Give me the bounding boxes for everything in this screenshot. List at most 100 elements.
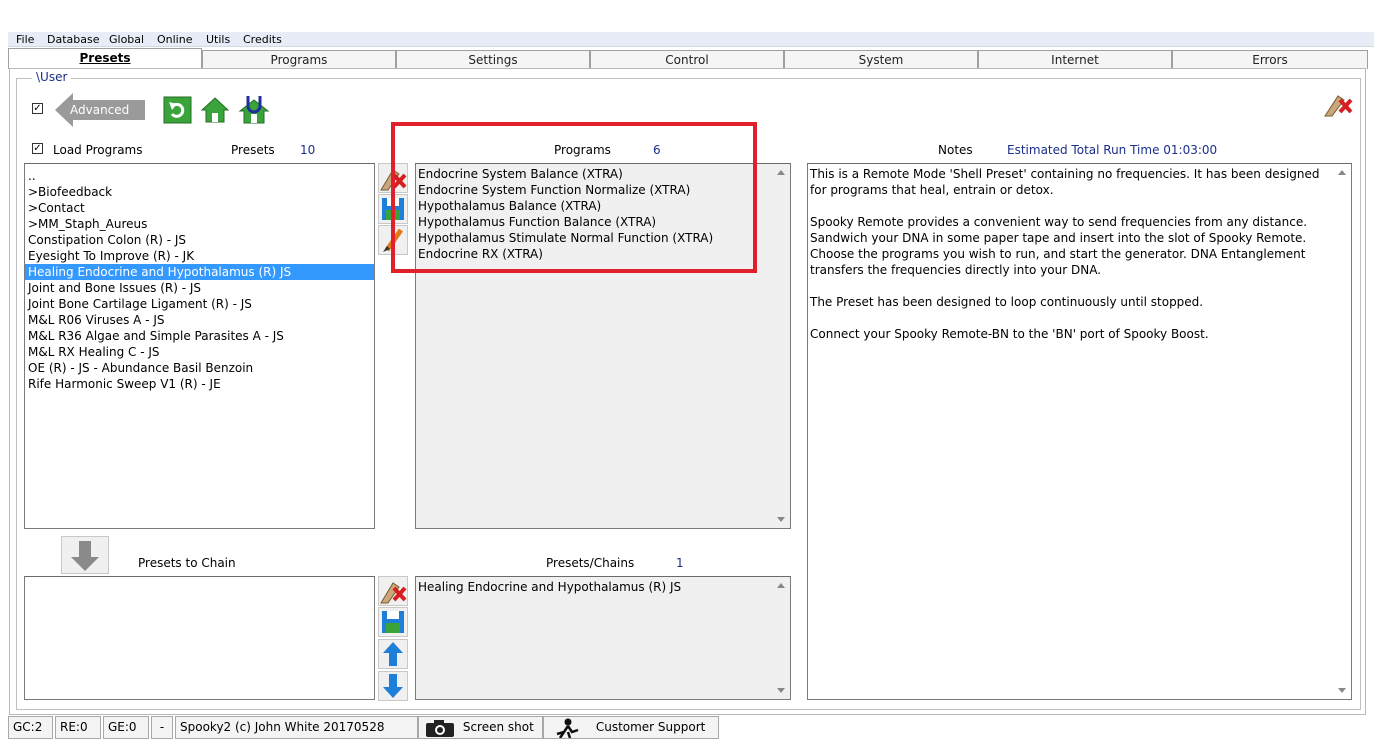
list-item[interactable]: >MM_Staph_Aureus <box>25 216 374 232</box>
notes-panel[interactable]: This is a Remote Mode 'Shell Preset' con… <box>807 163 1352 700</box>
presets-to-chain-list[interactable] <box>24 576 375 700</box>
list-item[interactable]: Hypothalamus Balance (XTRA) <box>416 198 790 214</box>
brush-edit-icon <box>383 228 404 252</box>
status-ge: GE:0 <box>103 716 149 739</box>
presets-count: 10 <box>300 143 316 157</box>
scroll-up-icon[interactable] <box>777 583 785 588</box>
tab-programs[interactable]: Programs <box>202 50 396 69</box>
screen-shot-label: Screen shot <box>462 720 534 734</box>
notes-paragraph: Spooky Remote provides a convenient way … <box>810 215 1308 277</box>
estimated-run-time: Estimated Total Run Time 01:03:00 <box>1007 143 1218 157</box>
save-icon <box>382 198 404 220</box>
camera-icon <box>426 719 454 737</box>
list-item[interactable]: Joint and Bone Issues (R) - JS <box>25 280 374 296</box>
home-icon <box>200 97 230 123</box>
list-item[interactable]: Hypothalamus Stimulate Normal Function (… <box>416 230 790 246</box>
chains-scrollbar[interactable] <box>774 577 790 699</box>
status-gc: GC:2 <box>8 716 53 739</box>
list-item[interactable]: OE (R) - JS - Abundance Basil Benzoin <box>25 360 374 376</box>
tab-bar: Presets Programs Settings Control System… <box>8 48 1374 69</box>
list-item[interactable]: Eyesight To Improve (R) - JK <box>25 248 374 264</box>
list-item[interactable]: M&L RX Healing C - JS <box>25 344 374 360</box>
programs-label: Programs <box>554 143 611 157</box>
delete-preset-button[interactable] <box>1322 90 1354 118</box>
tab-settings[interactable]: Settings <box>396 50 590 69</box>
list-item[interactable]: >Biofeedback <box>25 184 374 200</box>
list-item-selected[interactable]: Healing Endocrine and Hypothalamus (R) J… <box>25 264 374 280</box>
tab-errors[interactable]: Errors <box>1172 50 1368 69</box>
list-item[interactable]: Endocrine RX (XTRA) <box>416 246 790 262</box>
refresh-button[interactable] <box>163 96 192 124</box>
save-programs-button[interactable] <box>378 194 408 224</box>
move-down-button[interactable] <box>378 671 408 701</box>
down-arrow-icon <box>71 541 99 571</box>
presets-label: Presets <box>231 143 275 157</box>
presets-chains-list[interactable]: Healing Endocrine and Hypothalamus (R) J… <box>415 576 791 700</box>
programs-scrollbar[interactable] <box>774 164 790 528</box>
presets-to-chain-label: Presets to Chain <box>138 556 236 570</box>
menu-utils[interactable]: Utils <box>206 32 230 47</box>
save-icon <box>382 611 404 633</box>
notes-scrollbar[interactable] <box>1335 164 1351 699</box>
load-programs-label: Load Programs <box>53 143 143 157</box>
list-item[interactable]: Healing Endocrine and Hypothalamus (R) J… <box>416 579 790 595</box>
menu-bar: File Database Global Online Utils Credit… <box>8 32 1374 47</box>
eraser-delete-icon <box>1324 95 1353 117</box>
clear-programs-button[interactable] <box>378 163 408 193</box>
home-button[interactable] <box>200 96 230 124</box>
advanced-checkbox[interactable]: ✓ <box>32 103 43 114</box>
list-item[interactable]: Rife Harmonic Sweep V1 (R) - JE <box>25 376 374 392</box>
load-programs-checkbox[interactable]: ✓ <box>32 143 43 154</box>
list-item[interactable]: Endocrine System Balance (XTRA) <box>416 166 790 182</box>
screen-shot-button[interactable]: Screen shot <box>418 716 543 739</box>
list-item[interactable]: Hypothalamus Function Balance (XTRA) <box>416 214 790 230</box>
scroll-up-icon[interactable] <box>1338 170 1346 175</box>
tab-presets[interactable]: Presets <box>8 48 202 69</box>
list-item[interactable]: >Contact <box>25 200 374 216</box>
list-item[interactable]: .. <box>25 168 374 184</box>
presets-list[interactable]: .. >Biofeedback >Contact >MM_Staph_Aureu… <box>24 163 375 529</box>
menu-global[interactable]: Global <box>109 32 144 47</box>
tab-internet[interactable]: Internet <box>978 50 1172 69</box>
scroll-up-icon[interactable] <box>777 170 785 175</box>
list-item[interactable]: M&L R36 Algae and Simple Parasites A - J… <box>25 328 374 344</box>
list-item[interactable]: M&L R06 Viruses A - JS <box>25 312 374 328</box>
folder-path-label: \User <box>32 70 72 84</box>
menu-file[interactable]: File <box>16 32 34 47</box>
tab-control[interactable]: Control <box>590 50 784 69</box>
list-item[interactable]: Endocrine System Function Normalize (XTR… <box>416 182 790 198</box>
edit-programs-button[interactable] <box>378 225 408 255</box>
status-dash: - <box>151 716 173 739</box>
programs-count: 6 <box>653 143 661 157</box>
customer-support-label: Customer Support <box>595 720 706 734</box>
scroll-down-icon[interactable] <box>777 688 785 693</box>
list-item[interactable]: Constipation Colon (R) - JS <box>25 232 374 248</box>
down-arrow-icon <box>383 674 403 698</box>
menu-database[interactable]: Database <box>47 32 100 47</box>
programs-list[interactable]: Endocrine System Balance (XTRA) Endocrin… <box>415 163 791 529</box>
scroll-down-icon[interactable] <box>1338 688 1346 693</box>
status-copyright: Spooky2 (c) John White 20170528 <box>175 716 418 739</box>
user-home-button[interactable] <box>237 94 271 124</box>
list-item[interactable]: Joint Bone Cartilage Ligament (R) - JS <box>25 296 374 312</box>
support-person-icon <box>556 718 579 739</box>
eraser-delete-icon <box>380 582 407 604</box>
advanced-toggle-button[interactable]: Advanced <box>55 93 145 127</box>
menu-credits[interactable]: Credits <box>243 32 282 47</box>
eraser-delete-icon <box>380 169 407 191</box>
tab-system[interactable]: System <box>784 50 978 69</box>
notes-paragraph: This is a Remote Mode 'Shell Preset' con… <box>810 167 1320 197</box>
status-bar: GC:2 RE:0 GE:0 - Spooky2 (c) John White … <box>8 715 1374 740</box>
customer-support-button[interactable]: Customer Support <box>543 716 719 739</box>
add-to-chain-button[interactable] <box>61 536 109 574</box>
notes-paragraph: The Preset has been designed to loop con… <box>810 295 1204 309</box>
status-re: RE:0 <box>55 716 101 739</box>
scroll-down-icon[interactable] <box>777 517 785 522</box>
presets-chains-label: Presets/Chains <box>546 556 635 570</box>
save-chain-button[interactable] <box>378 607 408 637</box>
move-up-button[interactable] <box>378 639 408 669</box>
menu-online[interactable]: Online <box>157 32 192 47</box>
notes-paragraph: Connect your Spooky Remote-BN to the 'BN… <box>810 327 1209 341</box>
presets-chains-count: 1 <box>676 556 684 570</box>
clear-chain-button[interactable] <box>378 576 408 606</box>
